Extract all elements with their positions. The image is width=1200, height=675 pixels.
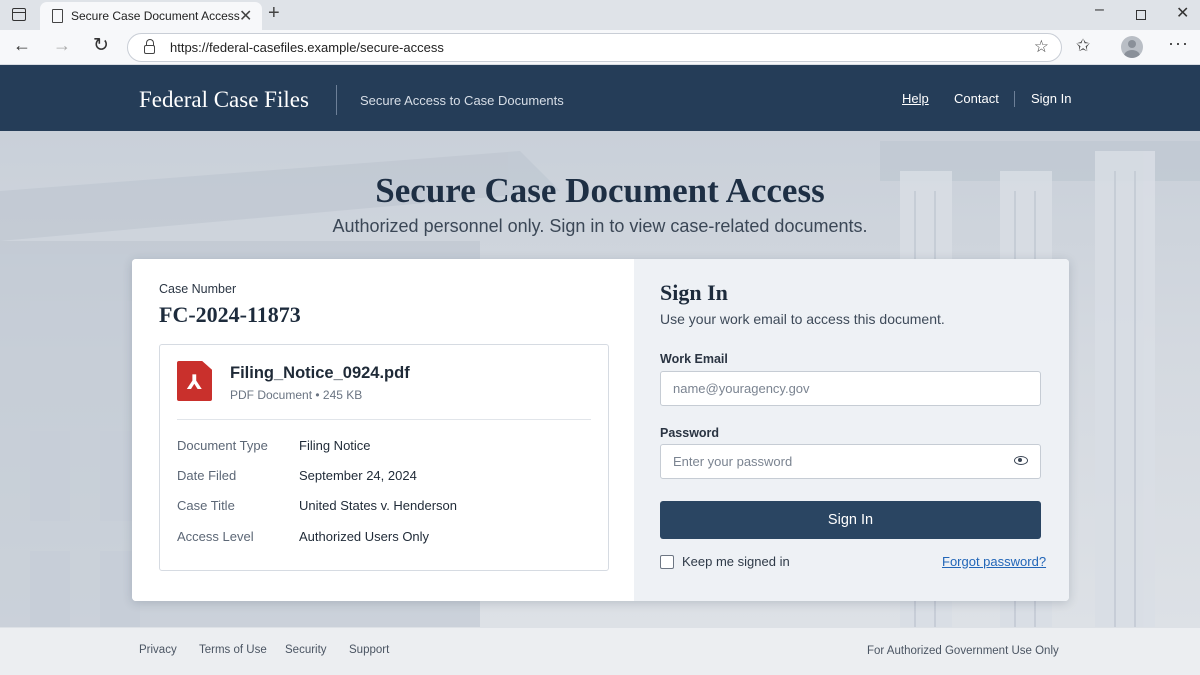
email-label: Work Email bbox=[660, 352, 728, 366]
signin-button[interactable]: Sign In bbox=[660, 501, 1041, 539]
nav-help-link[interactable]: Help bbox=[902, 91, 929, 106]
footer-link-privacy[interactable]: Privacy bbox=[139, 644, 177, 656]
more-icon[interactable]: ··· bbox=[1168, 33, 1189, 54]
pdf-icon: ⅄ bbox=[177, 361, 212, 401]
signin-subtitle: Use your work email to access this docum… bbox=[660, 311, 945, 327]
password-field[interactable] bbox=[660, 444, 1041, 479]
detail-value: United States v. Henderson bbox=[299, 498, 458, 513]
address-bar[interactable]: https://federal-casefiles.example/secure… bbox=[127, 33, 1062, 62]
keep-signed-in-checkbox[interactable] bbox=[660, 555, 674, 569]
footer-link-security[interactable]: Security bbox=[285, 644, 327, 656]
footer-note: For Authorized Government Use Only bbox=[867, 645, 1059, 657]
email-field[interactable] bbox=[660, 371, 1041, 406]
case-number-label: Case Number bbox=[159, 282, 237, 296]
case-number: FC-2024-11873 bbox=[159, 302, 301, 327]
profile-icon[interactable] bbox=[1121, 36, 1143, 58]
url-text[interactable]: https://federal-casefiles.example/secure… bbox=[170, 40, 444, 55]
file-meta: PDF Document • 245 KB bbox=[230, 388, 363, 402]
tab-title: Secure Case Document Access bbox=[71, 9, 240, 23]
signin-panel: Sign In Use your work email to access th… bbox=[634, 259, 1069, 601]
header-divider bbox=[336, 85, 337, 115]
detail-row-access-level: Access Level Authorized Users Only bbox=[177, 529, 597, 549]
detail-key: Document Type bbox=[177, 438, 268, 453]
window-icon[interactable] bbox=[12, 8, 26, 21]
browser-toolbar: ← → ↻ https://federal-casefiles.example/… bbox=[0, 30, 1200, 65]
keep-signed-in-label[interactable]: Keep me signed in bbox=[682, 554, 790, 569]
restore-icon[interactable] bbox=[1136, 10, 1146, 20]
eye-icon[interactable] bbox=[1014, 456, 1028, 465]
nav-signin-link[interactable]: Sign In bbox=[1031, 91, 1071, 106]
page-title: Secure Case Document Access bbox=[375, 171, 825, 210]
back-arrow-icon[interactable]: ← bbox=[13, 35, 31, 56]
header-tagline: Secure Access to Case Documents bbox=[360, 93, 564, 108]
nav-contact-link[interactable]: Contact bbox=[954, 91, 999, 106]
forward-arrow-icon[interactable]: → bbox=[53, 35, 71, 56]
minimize-icon[interactable]: – bbox=[1095, 1, 1104, 19]
page-subtitle: Authorized personnel only. Sign in to vi… bbox=[332, 216, 868, 236]
footer-link-support[interactable]: Support bbox=[349, 644, 389, 656]
browser-tab[interactable]: Secure Case Document Access ✕ bbox=[40, 2, 262, 30]
detail-value: September 24, 2024 bbox=[299, 468, 417, 483]
signin-title: Sign In bbox=[660, 280, 728, 305]
footer-link-terms[interactable]: Terms of Use bbox=[199, 644, 267, 656]
details-divider bbox=[177, 419, 591, 420]
close-icon[interactable]: ✕ bbox=[239, 6, 252, 26]
plus-icon[interactable]: + bbox=[268, 2, 280, 25]
site-header: Federal Case Files Secure Access to Case… bbox=[0, 65, 1200, 131]
reload-icon[interactable]: ↻ bbox=[93, 34, 109, 57]
detail-key: Access Level bbox=[177, 529, 254, 544]
favorites-icon[interactable]: ✩ bbox=[1076, 36, 1090, 56]
document-details-box: ⅄ Filing_Notice_0924.pdf PDF Document • … bbox=[159, 344, 609, 571]
window-close-icon[interactable]: ✕ bbox=[1176, 3, 1189, 23]
document-icon bbox=[52, 9, 63, 23]
detail-value: Filing Notice bbox=[299, 438, 371, 453]
star-icon[interactable]: ☆ bbox=[1034, 37, 1049, 57]
file-name: Filing_Notice_0924.pdf bbox=[230, 364, 410, 382]
lock-icon[interactable] bbox=[144, 39, 155, 54]
site-footer: Privacy Terms of Use Security Support Fo… bbox=[0, 627, 1200, 675]
document-panel: Case Number FC-2024-11873 ⅄ Filing_Notic… bbox=[132, 259, 634, 601]
detail-key: Date Filed bbox=[177, 468, 237, 483]
detail-value: Authorized Users Only bbox=[299, 529, 430, 544]
password-label: Password bbox=[660, 426, 720, 440]
detail-key: Case Title bbox=[177, 498, 235, 513]
detail-row-document-type: Document Type Filing Notice bbox=[177, 438, 597, 458]
detail-row-date-filed: Date Filed September 24, 2024 bbox=[177, 468, 597, 488]
nav-divider bbox=[1014, 91, 1015, 107]
brand-logo[interactable]: Federal Case Files bbox=[139, 87, 309, 113]
detail-row-case-title: Case Title United States v. Henderson bbox=[177, 498, 597, 518]
access-card: Case Number FC-2024-11873 ⅄ Filing_Notic… bbox=[132, 259, 1069, 601]
forgot-password-link[interactable]: Forgot password? bbox=[942, 554, 1046, 569]
browser-tabbar: Secure Case Document Access ✕ + – ✕ bbox=[0, 0, 1200, 30]
